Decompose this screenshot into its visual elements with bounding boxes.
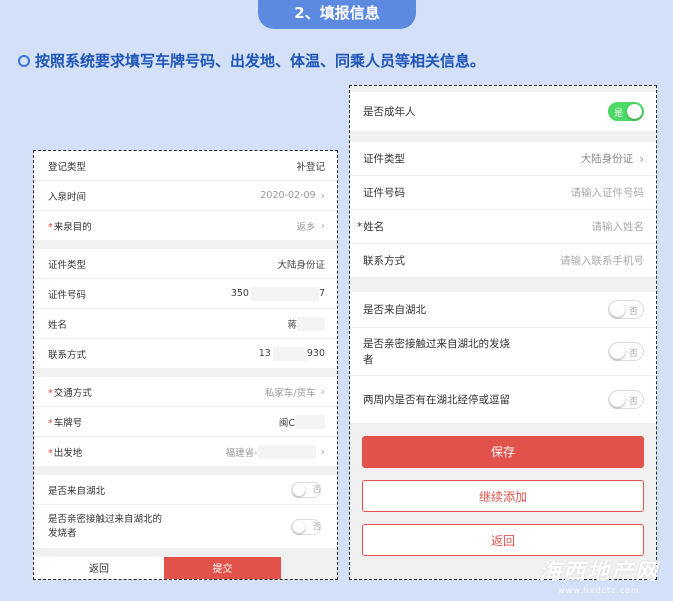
left-row-contact[interactable]: 联系方式 13 930: [34, 339, 337, 369]
row-label: 是否来自湖北: [363, 304, 426, 316]
row-label: 是否亲密接触过来自湖北的发烧者: [48, 513, 163, 539]
left-section-registration: 登记类型 补登记 入泉时间 2020-02-09 › *来泉目的 返乡 ›: [34, 151, 337, 241]
adult-toggle[interactable]: 是: [608, 102, 644, 121]
back-button[interactable]: 返回: [34, 557, 164, 579]
chevron-right-icon: ›: [320, 189, 325, 202]
name-input[interactable]: 请输入姓名: [592, 219, 645, 234]
row-label: 证件类型: [48, 259, 87, 271]
right-row-from-hubei: 是否来自湖北 否: [350, 292, 656, 328]
left-row-name[interactable]: 姓名 蒋: [34, 309, 337, 339]
step-banner: 2、填报信息: [258, 0, 416, 29]
right-section-identity: 证件类型 大陆身份证 › 证件号码 请输入证件号码 *姓名 请输入姓名 联系方式 …: [350, 142, 656, 278]
row-label: *来泉目的: [48, 221, 92, 233]
row-label: 证件类型: [363, 153, 405, 165]
row-label: *交通方式: [48, 387, 92, 399]
submit-button[interactable]: 提交: [164, 557, 281, 579]
row-value: 私家车/货车 ›: [264, 385, 325, 399]
right-form-screenshot: 是否成年人 是 证件类型 大陆身份证 › 证件号码 请输入证件号码 *姓名 请输入…: [349, 85, 657, 580]
right-row-id-type[interactable]: 证件类型 大陆身份证 ›: [350, 142, 656, 176]
left-row-registration-type[interactable]: 登记类型 补登记: [34, 151, 337, 181]
row-label: 入泉时间: [48, 191, 87, 203]
row-value: 补登记: [296, 161, 325, 173]
left-footer: 返回 提交: [34, 557, 337, 579]
row-label: *姓名: [357, 221, 385, 233]
chevron-right-icon: ›: [320, 385, 325, 398]
row-label: *出发地: [48, 447, 83, 459]
left-row-from-hubei: 是否来自湖北 否: [34, 475, 337, 505]
row-value: 13 930: [258, 346, 325, 361]
redacted-block: [295, 414, 325, 429]
left-row-id-type[interactable]: 证件类型 大陆身份证: [34, 249, 337, 279]
continue-add-button[interactable]: 继续添加: [362, 480, 644, 512]
left-row-arrival-purpose[interactable]: *来泉目的 返乡 ›: [34, 211, 337, 241]
right-row-stayed-hubei: 两周内是否有在湖北经停或逗留 否: [350, 376, 656, 424]
left-row-contact-fever: 是否亲密接触过来自湖北的发烧者 否: [34, 505, 337, 549]
right-section-questions: 是否来自湖北 否 是否亲密接触过来自湖北的发烧者 否 两周内是否有在湖北经停或逗…: [350, 292, 656, 424]
row-value: 2020-02-09 ›: [260, 189, 325, 202]
right-row-id-number[interactable]: 证件号码 请输入证件号码: [350, 176, 656, 210]
instruction-text: 按照系统要求填写车牌号码、出发地、体温、同乘人员等相关信息。: [18, 50, 485, 71]
id-number-input[interactable]: 请输入证件号码: [571, 185, 645, 200]
row-value: 福建省- ›: [225, 444, 325, 459]
right-row-is-adult: 是否成年人 是: [350, 92, 656, 132]
row-label: *车牌号: [48, 417, 83, 429]
left-section-questions: 是否来自湖北 否 是否亲密接触过来自湖北的发烧者 否: [34, 475, 337, 549]
instruction-label: 按照系统要求填写车牌号码、出发地、体温、同乘人员等相关信息。: [35, 52, 486, 70]
contact-fever-toggle[interactable]: 否: [608, 342, 644, 361]
right-row-name[interactable]: *姓名 请输入姓名: [350, 210, 656, 244]
right-row-contact[interactable]: 联系方式 请输入联系手机号: [350, 244, 656, 278]
row-value: 蒋: [287, 316, 325, 331]
save-button[interactable]: 保存: [362, 436, 644, 468]
from-hubei-toggle[interactable]: 否: [608, 300, 644, 319]
left-form-screenshot: 登记类型 补登记 入泉时间 2020-02-09 › *来泉目的 返乡 › 证件类型…: [33, 150, 338, 580]
row-value: 350 7: [230, 286, 325, 301]
left-row-arrival-time[interactable]: 入泉时间 2020-02-09 ›: [34, 181, 337, 211]
redacted-block: [297, 316, 325, 331]
row-label: 证件号码: [48, 289, 87, 301]
row-label: 登记类型: [48, 161, 87, 173]
row-label: 姓名: [48, 319, 68, 331]
left-row-departure[interactable]: *出发地 福建省- ›: [34, 437, 337, 467]
watermark-url: www.hxdctz.com: [558, 586, 640, 595]
toggle-switch[interactable]: 否: [291, 481, 325, 498]
bullet-circle-icon: [18, 54, 30, 67]
row-value: 大陆身份证 ›: [580, 151, 644, 166]
row-label: 两周内是否有在湖北经停或逗留: [363, 393, 510, 406]
redacted-block: [257, 444, 316, 459]
redacted-block: [250, 286, 319, 301]
toggle-switch[interactable]: 否: [291, 518, 325, 535]
stayed-hubei-toggle[interactable]: 否: [608, 390, 644, 409]
redacted-block: [272, 346, 307, 361]
watermark: 海西地产网 www.hxdctz.com: [539, 554, 659, 595]
row-label: 联系方式: [48, 349, 87, 361]
back-button[interactable]: 返回: [362, 524, 644, 556]
left-row-plate-number[interactable]: *车牌号 闽C: [34, 407, 337, 437]
chevron-right-icon: ›: [320, 219, 325, 232]
left-section-travel: *交通方式 私家车/货车 › *车牌号 闽C *出发地 福建省- ›: [34, 377, 337, 467]
row-label: 是否来自湖北: [48, 485, 106, 497]
row-value: 大陆身份证: [277, 259, 325, 271]
row-value: 闽C: [279, 414, 325, 429]
row-label: 联系方式: [363, 255, 405, 267]
row-label: 证件号码: [363, 187, 405, 199]
left-row-id-number[interactable]: 证件号码 350 7: [34, 279, 337, 309]
phone-input[interactable]: 请输入联系手机号: [560, 253, 644, 268]
row-label: 是否成年人: [363, 106, 416, 118]
left-row-transport[interactable]: *交通方式 私家车/货车 ›: [34, 377, 337, 407]
right-row-contact-fever: 是否亲密接触过来自湖北的发烧者 否: [350, 328, 656, 376]
watermark-title: 海西地产网: [538, 560, 659, 585]
left-section-identity: 证件类型 大陆身份证 证件号码 350 7 姓名 蒋 联系方式 13 930: [34, 249, 337, 369]
row-value: 返乡 ›: [296, 219, 325, 233]
chevron-right-icon: ›: [639, 151, 644, 166]
chevron-right-icon: ›: [320, 445, 325, 458]
right-section-adult: 是否成年人 是: [350, 92, 656, 132]
row-label: 是否亲密接触过来自湖北的发烧者: [363, 337, 510, 366]
